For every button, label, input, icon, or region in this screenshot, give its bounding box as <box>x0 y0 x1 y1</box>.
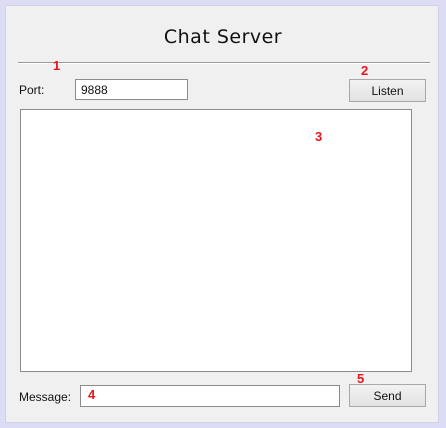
message-label: Message: <box>19 390 72 404</box>
annotation-marker-3: 3 <box>315 129 323 144</box>
listen-button[interactable]: Listen <box>349 79 426 102</box>
window-title: Chat Server <box>163 26 283 48</box>
annotation-marker-2: 2 <box>361 63 369 78</box>
annotation-marker-1: 1 <box>53 58 61 73</box>
port-input[interactable] <box>75 79 188 100</box>
message-input[interactable] <box>80 385 340 407</box>
chat-server-window: Chat Server Port: Listen Message: Send 1… <box>5 5 439 423</box>
annotation-marker-4: 4 <box>88 387 96 402</box>
annotation-marker-5: 5 <box>357 371 365 386</box>
send-button[interactable]: Send <box>349 384 426 407</box>
message-log[interactable] <box>20 109 412 372</box>
port-label: Port: <box>19 83 45 97</box>
